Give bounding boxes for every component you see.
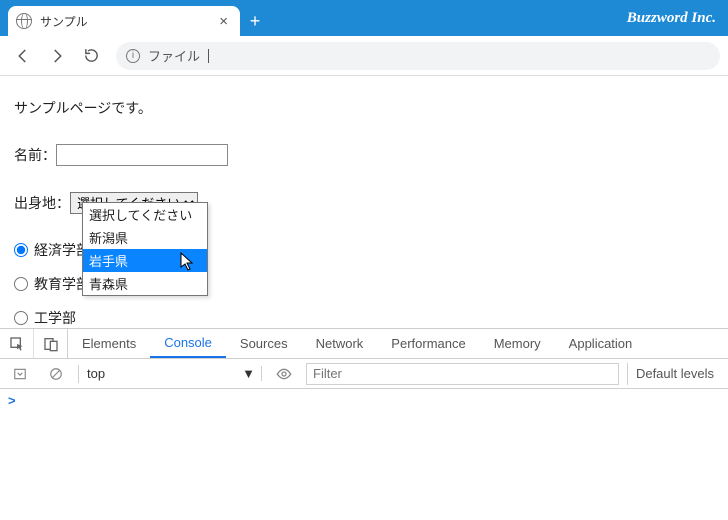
browser-toolbar: i ファイル xyxy=(0,36,728,76)
devtools-tabs: Elements Console Sources Network Perform… xyxy=(0,329,728,359)
radio-input[interactable] xyxy=(14,243,28,257)
brand-label: Buzzword Inc. xyxy=(627,0,716,36)
device-toggle-icon[interactable] xyxy=(34,329,68,358)
tab-memory[interactable]: Memory xyxy=(480,329,555,358)
name-input[interactable] xyxy=(56,144,228,166)
reload-button[interactable] xyxy=(76,41,106,71)
dropdown-option-highlighted[interactable]: 岩手県 xyxy=(83,249,207,272)
execution-context-selector[interactable]: top ▼ xyxy=(87,366,262,381)
eye-icon[interactable] xyxy=(270,363,298,385)
separator xyxy=(78,365,79,383)
console-toolbar: top ▼ Default levels xyxy=(0,359,728,389)
browser-titlebar: サンプル × + Buzzword Inc. xyxy=(0,0,728,36)
tab-application[interactable]: Application xyxy=(555,329,647,358)
address-text: ファイル xyxy=(148,46,200,65)
inspect-icon[interactable] xyxy=(0,329,34,358)
globe-icon xyxy=(16,13,32,29)
radio-label: 工学部 xyxy=(34,308,76,328)
dropdown-option[interactable]: 青森県 xyxy=(83,272,207,295)
address-bar[interactable]: i ファイル xyxy=(116,42,720,70)
forward-button[interactable] xyxy=(42,41,72,71)
devtools-panel: Elements Console Sources Network Perform… xyxy=(0,328,728,520)
tab-performance[interactable]: Performance xyxy=(377,329,479,358)
origin-dropdown-popup[interactable]: 選択してください 新潟県 岩手県 青森県 xyxy=(82,202,208,296)
tab-console[interactable]: Console xyxy=(150,329,226,358)
clear-console-icon[interactable] xyxy=(42,363,70,385)
log-levels-selector[interactable]: Default levels xyxy=(627,363,722,385)
new-tab-button[interactable]: + xyxy=(240,6,270,36)
levels-label: Default levels xyxy=(636,366,714,381)
console-prompt: > xyxy=(8,393,16,408)
origin-label: 出身地： xyxy=(14,193,70,213)
dropdown-option[interactable]: 新潟県 xyxy=(83,226,207,249)
context-value: top xyxy=(87,366,105,381)
tab-network[interactable]: Network xyxy=(302,329,378,358)
name-label: 名前： xyxy=(14,145,56,165)
text-cursor xyxy=(208,49,209,63)
name-row: 名前： xyxy=(14,144,714,166)
page-heading: サンプルページです。 xyxy=(14,98,714,118)
back-button[interactable] xyxy=(8,41,38,71)
radio-input[interactable] xyxy=(14,311,28,325)
dropdown-option[interactable]: 選択してください xyxy=(83,203,207,226)
radio-engineering[interactable]: 工学部 xyxy=(14,308,714,328)
chevron-down-icon: ▼ xyxy=(242,366,255,381)
tab-sources[interactable]: Sources xyxy=(226,329,302,358)
tab-elements[interactable]: Elements xyxy=(68,329,150,358)
tab-title: サンプル xyxy=(40,13,207,30)
radio-input[interactable] xyxy=(14,277,28,291)
browser-tab[interactable]: サンプル × xyxy=(8,6,240,36)
console-body[interactable]: > xyxy=(0,389,728,520)
info-icon: i xyxy=(126,49,140,63)
console-sidebar-toggle-icon[interactable] xyxy=(6,363,34,385)
console-filter-input[interactable] xyxy=(306,363,619,385)
close-icon[interactable]: × xyxy=(215,13,232,30)
